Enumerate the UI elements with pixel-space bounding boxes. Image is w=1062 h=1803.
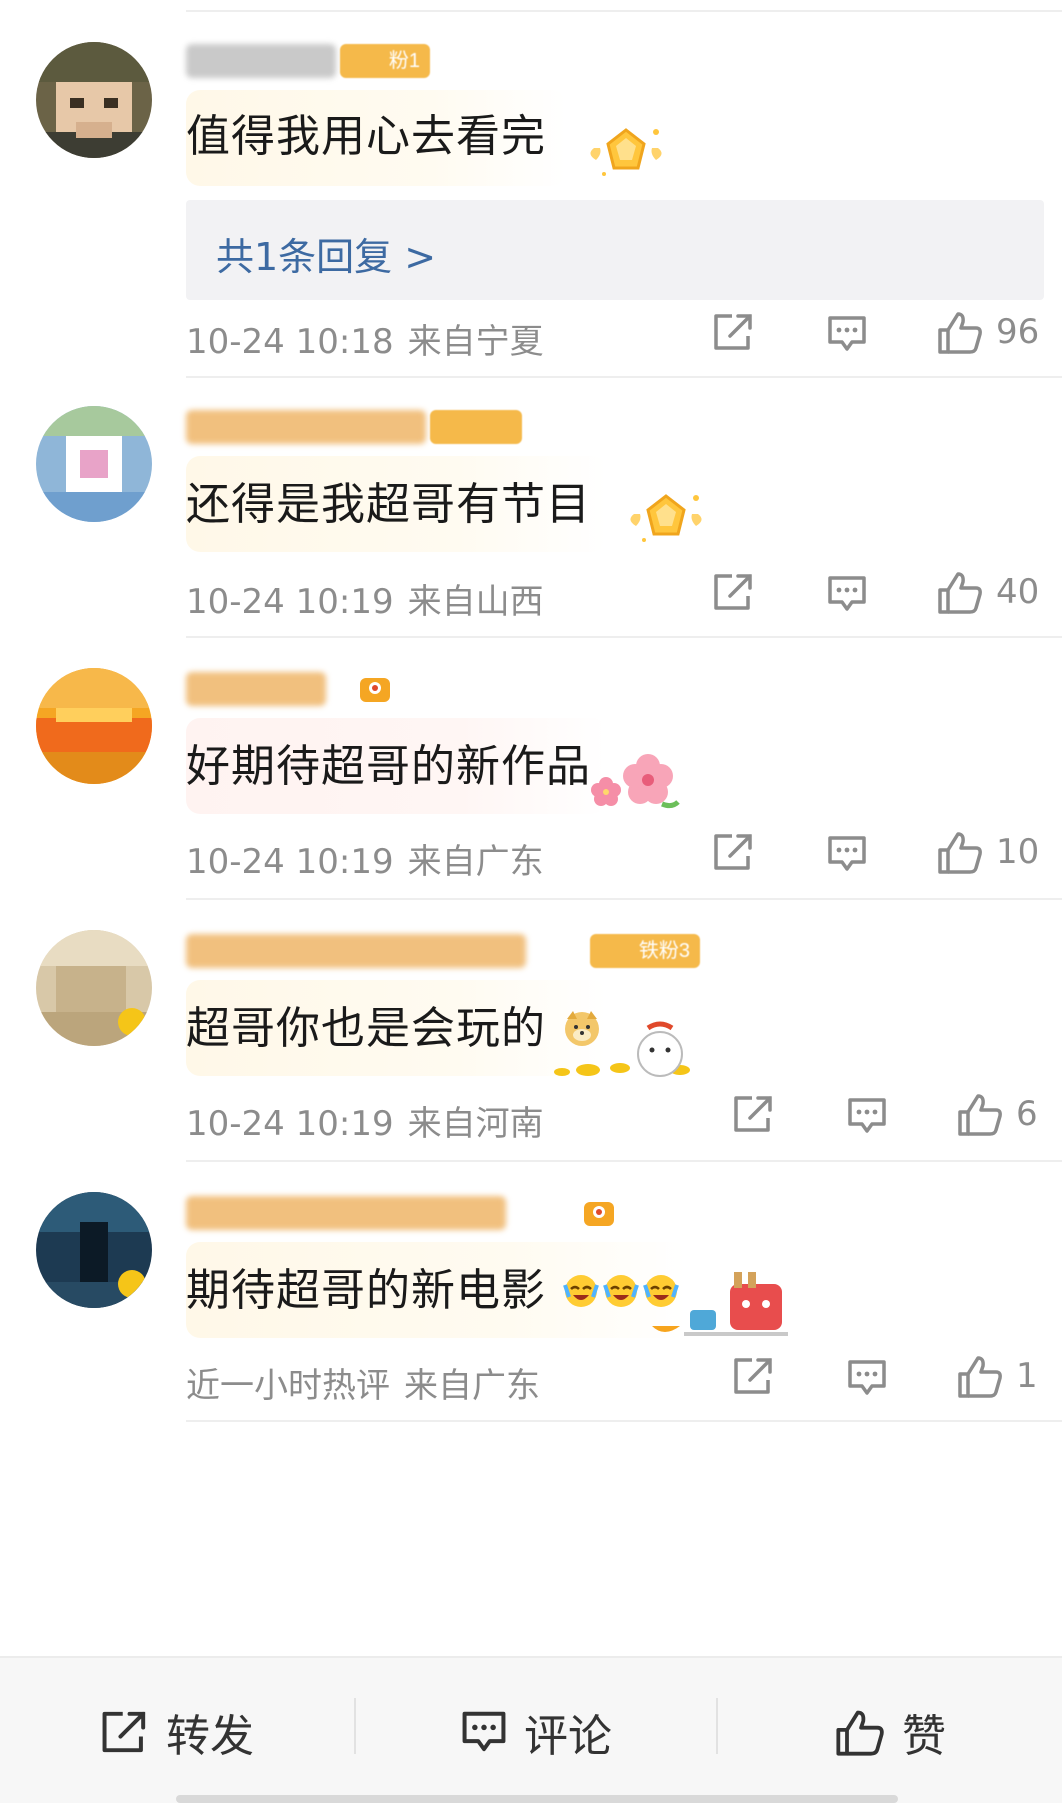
crown-badge-icon	[630, 494, 702, 542]
fan-badge: 铁粉3	[590, 934, 700, 968]
divider	[186, 636, 1062, 638]
comment-text: 期待超哥的新电影	[186, 1254, 681, 1318]
reply-summary[interactable]: 共1条回复 >	[186, 200, 1044, 300]
like-count: 1	[1016, 1356, 1038, 1396]
crown-icon	[584, 1202, 614, 1226]
thumbs-up-icon	[958, 1094, 1002, 1136]
comment-icon	[828, 576, 866, 611]
like-count: 40	[996, 572, 1040, 612]
like-button[interactable]: 96	[936, 310, 1039, 354]
like-count: 96	[996, 312, 1040, 352]
comment-icon	[828, 316, 866, 351]
crying-laughing-emoji-icon	[563, 1275, 599, 1307]
comment-meta: 10-24 10:19 来自广东	[186, 834, 544, 883]
comment-icon	[828, 836, 866, 871]
comment-text-body: 超哥你也是会玩的	[186, 1003, 546, 1054]
username-blurred[interactable]	[186, 410, 426, 444]
comment-location: 来自广东	[404, 1366, 540, 1406]
comment-time: 10-24 10:18	[186, 322, 394, 362]
repost-button[interactable]	[712, 572, 756, 612]
crown-badge-icon	[590, 128, 662, 176]
like-button[interactable]: 1	[956, 1354, 1038, 1398]
divider	[186, 1420, 1062, 1422]
comment-text: 值得我用心去看完	[186, 111, 546, 162]
like-button[interactable]: 赞	[718, 1658, 1062, 1803]
thumbs-up-icon	[836, 1710, 884, 1756]
repost-button[interactable]	[712, 832, 756, 872]
divider	[186, 1160, 1062, 1162]
comment-location: 来自河南	[407, 1104, 544, 1144]
repost-button[interactable]: 转发	[0, 1658, 354, 1803]
reply-count-link[interactable]: 共1条回复 >	[216, 226, 436, 281]
comment-location: 来自广东	[407, 842, 544, 882]
username-blurred[interactable]	[186, 1196, 506, 1230]
comment-button[interactable]	[826, 574, 868, 614]
thumbs-up-icon	[938, 832, 982, 874]
crown-icon	[360, 678, 390, 702]
comment-meta: 10-24 10:19 来自山西	[186, 574, 544, 623]
avatar[interactable]	[36, 1192, 152, 1308]
avatar[interactable]	[36, 930, 152, 1046]
repost-label: 转发	[166, 1710, 254, 1762]
comment-text: 超哥你也是会玩的	[186, 992, 603, 1056]
comment-text: 还得是我超哥有节目	[186, 479, 591, 530]
crying-laughing-emoji-icon	[603, 1275, 639, 1307]
comment-time: 10-24 10:19	[186, 1104, 394, 1144]
comment-time: 近一小时热评	[186, 1366, 390, 1406]
repost-icon	[714, 834, 752, 870]
repost-button[interactable]	[732, 1094, 776, 1134]
comment-text: 好期待超哥的新作品	[186, 741, 591, 792]
like-button[interactable]: 40	[936, 570, 1039, 614]
comment-feed: 粉1 值得我用心去看完 共1条回复 > 10-24 10:18 来自宁夏 96	[0, 0, 1062, 1803]
comment-icon	[848, 1098, 886, 1133]
username-blurred[interactable]	[186, 672, 326, 706]
comment-location: 来自宁夏	[407, 322, 544, 362]
repost-icon	[734, 1358, 772, 1394]
thumbs-up-icon	[938, 312, 982, 354]
like-button[interactable]: 10	[936, 830, 1039, 874]
comment-button[interactable]: 评论	[356, 1658, 716, 1803]
repost-button[interactable]	[732, 1356, 776, 1396]
comment-meta: 10-24 10:18 来自宁夏	[186, 314, 544, 363]
comment-button[interactable]	[826, 834, 868, 874]
comment-icon	[462, 1711, 506, 1751]
comment-meta: 10-24 10:19 来自河南	[186, 1096, 544, 1145]
flower-sticker-icon	[591, 754, 680, 809]
repost-button[interactable]	[712, 312, 756, 352]
comment-button[interactable]	[846, 1358, 888, 1398]
thumbs-up-icon	[958, 1356, 1002, 1398]
bottom-action-bar: 转发 评论 赞	[0, 1656, 1062, 1803]
fan-badge: 粉1	[340, 44, 430, 78]
comment-location: 来自山西	[407, 582, 544, 622]
comment-time: 10-24 10:19	[186, 842, 394, 882]
like-label: 赞	[902, 1710, 946, 1762]
repost-icon	[102, 1711, 146, 1752]
repost-icon	[714, 574, 752, 610]
avatar[interactable]	[36, 42, 152, 158]
home-indicator	[176, 1795, 898, 1803]
comment-text-body: 期待超哥的新电影	[186, 1265, 546, 1316]
like-button[interactable]: 6	[956, 1092, 1038, 1136]
fan-badge	[430, 410, 522, 444]
repost-icon	[714, 314, 752, 350]
like-count: 10	[996, 832, 1040, 872]
lucky-mascot-sticker-icon	[554, 1021, 690, 1077]
like-count: 6	[1016, 1094, 1038, 1134]
comment-meta: 近一小时热评 来自广东	[186, 1358, 540, 1407]
username-blurred[interactable]	[186, 44, 336, 78]
comment-button[interactable]	[846, 1096, 888, 1136]
comment-icon	[848, 1360, 886, 1395]
repost-icon	[734, 1096, 772, 1132]
divider	[186, 898, 1062, 900]
comment-time: 10-24 10:19	[186, 582, 394, 622]
breakfast-sticker-icon	[652, 1272, 788, 1336]
avatar[interactable]	[36, 406, 152, 522]
divider	[186, 10, 1062, 12]
comment-label: 评论	[524, 1710, 612, 1762]
username-blurred[interactable]	[186, 934, 526, 968]
avatar[interactable]	[36, 668, 152, 784]
divider	[186, 376, 1062, 378]
thumbs-up-icon	[938, 572, 982, 614]
comment-button[interactable]	[826, 314, 868, 354]
